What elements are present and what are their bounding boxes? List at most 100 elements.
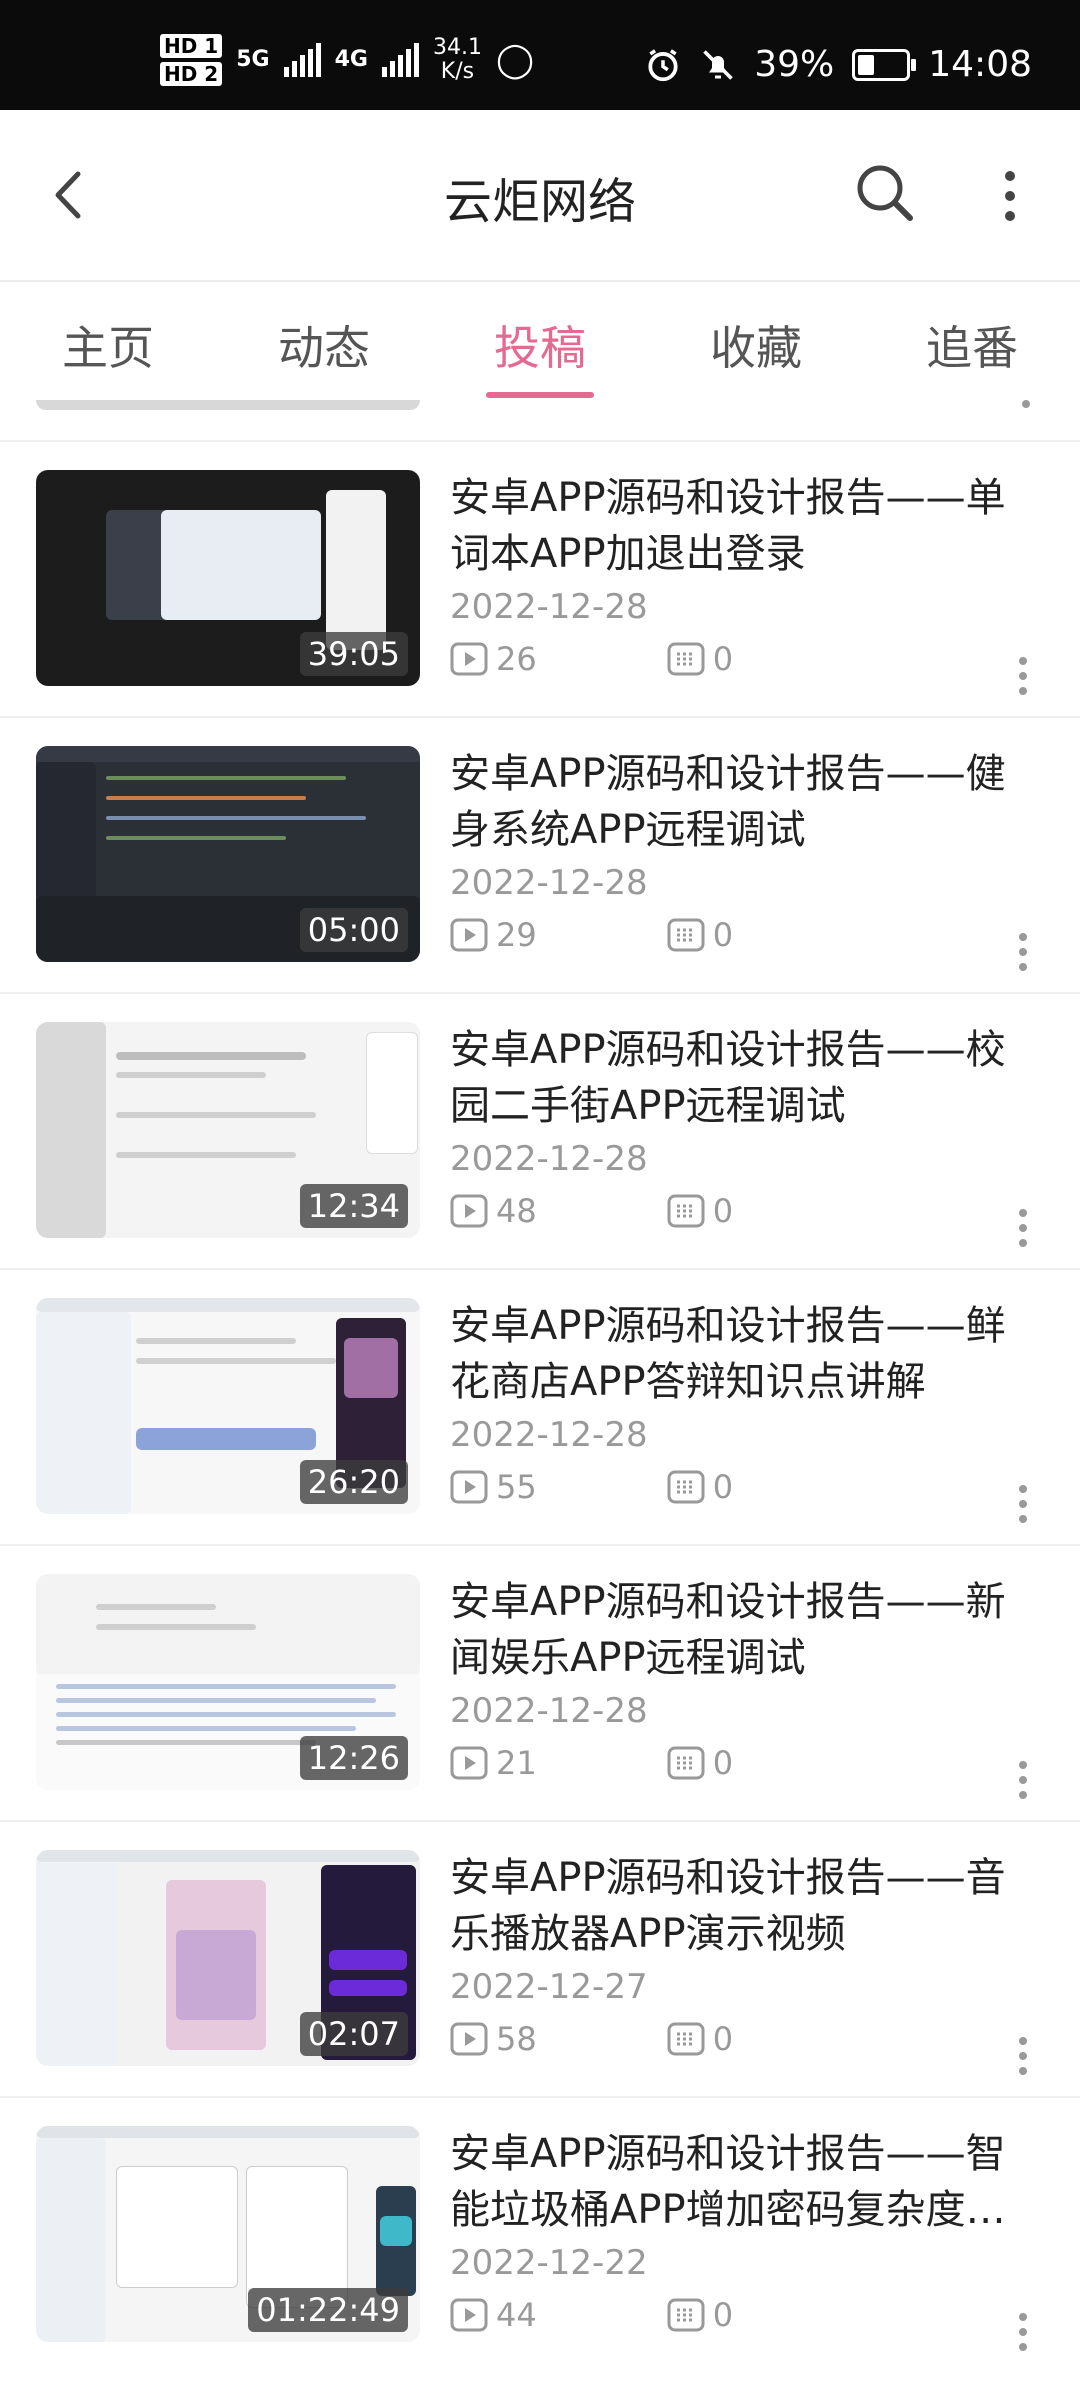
item-more-icon[interactable] — [1016, 2310, 1030, 2354]
sync-icon: ◯ — [495, 40, 535, 80]
video-item[interactable]: 26:20 安卓APP源码和设计报告——鲜花商店APP答辩知识点讲解 2022-… — [0, 1268, 1080, 1546]
more-vertical-icon[interactable] — [990, 166, 1030, 226]
tab-dynamics[interactable]: 动态 — [254, 312, 394, 378]
video-date: 2022-12-28 — [450, 1415, 648, 1455]
item-more-icon[interactable] — [1016, 654, 1030, 698]
video-stats: 44 0 — [450, 2296, 733, 2334]
tab-favorites[interactable]: 收藏 — [686, 312, 826, 378]
comment-count: 0 — [667, 916, 733, 954]
comment-count-value: 0 — [712, 1192, 734, 1230]
video-thumbnail[interactable]: 02:07 — [36, 1850, 420, 2066]
video-item[interactable]: 05:00 安卓APP源码和设计报告——健身系统APP远程调试 2022-12-… — [0, 716, 1080, 994]
comment-count-value: 0 — [712, 2020, 734, 2058]
video-title[interactable]: 安卓APP源码和设计报告——校园二手街APP远程调试 — [450, 1022, 1040, 1134]
comment-count-value: 0 — [712, 1744, 734, 1782]
view-count-value: 44 — [496, 2296, 537, 2334]
video-stats: 26 0 — [450, 640, 733, 678]
app-header: 云炬网络 — [0, 110, 1080, 282]
item-more-icon[interactable] — [1016, 1482, 1030, 1526]
comment-count-value: 0 — [712, 1468, 734, 1506]
video-thumbnail[interactable]: 12:34 — [36, 1022, 420, 1238]
comment-count-value: 0 — [712, 640, 734, 678]
speed-unit: K/s — [440, 59, 475, 84]
item-more-icon[interactable] — [1016, 1206, 1030, 1250]
video-title[interactable]: 安卓APP源码和设计报告——智能垃圾桶APP增加密码复杂度… — [450, 2126, 1040, 2238]
view-count: 44 — [450, 2296, 537, 2334]
video-duration: 01:22:49 — [248, 2288, 408, 2332]
signal-bars-icon-2 — [381, 43, 419, 77]
video-date: 2022-12-22 — [450, 2243, 648, 2283]
active-tab-indicator — [486, 392, 594, 398]
video-thumbnail[interactable]: 39:05 — [36, 470, 420, 686]
mute-icon — [703, 49, 734, 80]
play-count-icon — [450, 642, 488, 676]
video-item[interactable]: 02:07 安卓APP源码和设计报告——音乐播放器APP演示视频 2022-12… — [0, 1820, 1080, 2098]
view-count-value: 21 — [496, 1744, 537, 1782]
hd2-label: HD 2 — [160, 62, 223, 86]
video-thumbnail[interactable]: 05:00 — [36, 746, 420, 962]
tab-submissions[interactable]: 投稿 — [470, 312, 610, 378]
tab-following-anime[interactable]: 追番 — [902, 312, 1042, 378]
item-more-icon[interactable] — [1016, 930, 1030, 974]
speed-value: 34.1 — [432, 35, 482, 60]
search-icon[interactable] — [850, 158, 920, 228]
view-count-value: 58 — [496, 2020, 537, 2058]
comment-count: 0 — [667, 2296, 733, 2334]
view-count: 21 — [450, 1744, 537, 1782]
battery-icon — [852, 48, 917, 81]
partial-more-icon — [1022, 400, 1030, 408]
video-stats: 48 0 — [450, 1192, 733, 1230]
network-speed: 34.1 K/s — [433, 36, 482, 84]
video-thumbnail[interactable]: 12:26 — [36, 1574, 420, 1790]
view-count: 58 — [450, 2020, 537, 2058]
comment-count-value: 0 — [712, 916, 734, 954]
view-count: 48 — [450, 1192, 537, 1230]
tab-bar: 主页 动态 投稿 收藏 追番 — [0, 282, 1080, 400]
comment-icon — [667, 1746, 705, 1780]
battery-percent: 39% — [754, 44, 835, 85]
video-item[interactable]: 12:26 安卓APP源码和设计报告——新闻娱乐APP远程调试 2022-12-… — [0, 1544, 1080, 1822]
comment-icon — [667, 1194, 705, 1228]
video-item[interactable]: 12:34 安卓APP源码和设计报告——校园二手街APP远程调试 2022-12… — [0, 992, 1080, 1270]
video-thumbnail[interactable]: 26:20 — [36, 1298, 420, 1514]
status-bar: HD 1 HD 2 5G 4G 34.1 K/s ◯ 39% 14:08 — [0, 0, 1080, 110]
video-date: 2022-12-28 — [450, 1139, 648, 1179]
video-stats: 21 0 — [450, 1744, 733, 1782]
video-duration: 39:05 — [299, 632, 408, 676]
video-date: 2022-12-28 — [450, 1691, 648, 1731]
comment-count-value: 0 — [712, 2296, 734, 2334]
comment-icon — [667, 1470, 705, 1504]
item-more-icon[interactable] — [1016, 1758, 1030, 1802]
video-stats: 55 0 — [450, 1468, 733, 1506]
hd1-label: HD 1 — [160, 34, 223, 58]
play-count-icon — [450, 918, 488, 952]
comment-count: 0 — [667, 640, 733, 678]
network-4g-label: 4G — [334, 47, 368, 72]
video-item[interactable]: 01:22:49 安卓APP源码和设计报告——智能垃圾桶APP增加密码复杂度… … — [0, 2096, 1080, 2374]
video-title[interactable]: 安卓APP源码和设计报告——健身系统APP远程调试 — [450, 746, 1040, 858]
view-count-value: 29 — [496, 916, 537, 954]
video-title[interactable]: 安卓APP源码和设计报告——单词本APP加退出登录 — [450, 470, 1040, 582]
video-title[interactable]: 安卓APP源码和设计报告——音乐播放器APP演示视频 — [450, 1850, 1040, 1962]
video-title[interactable]: 安卓APP源码和设计报告——鲜花商店APP答辩知识点讲解 — [450, 1298, 1040, 1410]
video-title[interactable]: 安卓APP源码和设计报告——新闻娱乐APP远程调试 — [450, 1574, 1040, 1686]
video-stats: 58 0 — [450, 2020, 733, 2058]
video-item[interactable]: 39:05 安卓APP源码和设计报告——单词本APP加退出登录 2022-12-… — [0, 440, 1080, 718]
partial-thumbnail — [36, 400, 420, 410]
video-duration: 02:07 — [299, 2012, 408, 2056]
play-count-icon — [450, 1470, 488, 1504]
video-stats: 29 0 — [450, 916, 733, 954]
view-count-value: 48 — [496, 1192, 537, 1230]
video-list[interactable]: 39:05 安卓APP源码和设计报告——单词本APP加退出登录 2022-12-… — [0, 400, 1080, 2400]
video-thumbnail[interactable]: 01:22:49 — [36, 2126, 420, 2342]
tab-home[interactable]: 主页 — [38, 312, 178, 378]
view-count: 26 — [450, 640, 537, 678]
comment-icon — [667, 918, 705, 952]
view-count: 29 — [450, 916, 537, 954]
item-more-icon[interactable] — [1016, 2034, 1030, 2078]
play-count-icon — [450, 2298, 488, 2332]
video-duration: 05:00 — [299, 908, 408, 952]
video-duration: 26:20 — [299, 1460, 408, 1504]
play-count-icon — [450, 1746, 488, 1780]
comment-icon — [667, 2022, 705, 2056]
